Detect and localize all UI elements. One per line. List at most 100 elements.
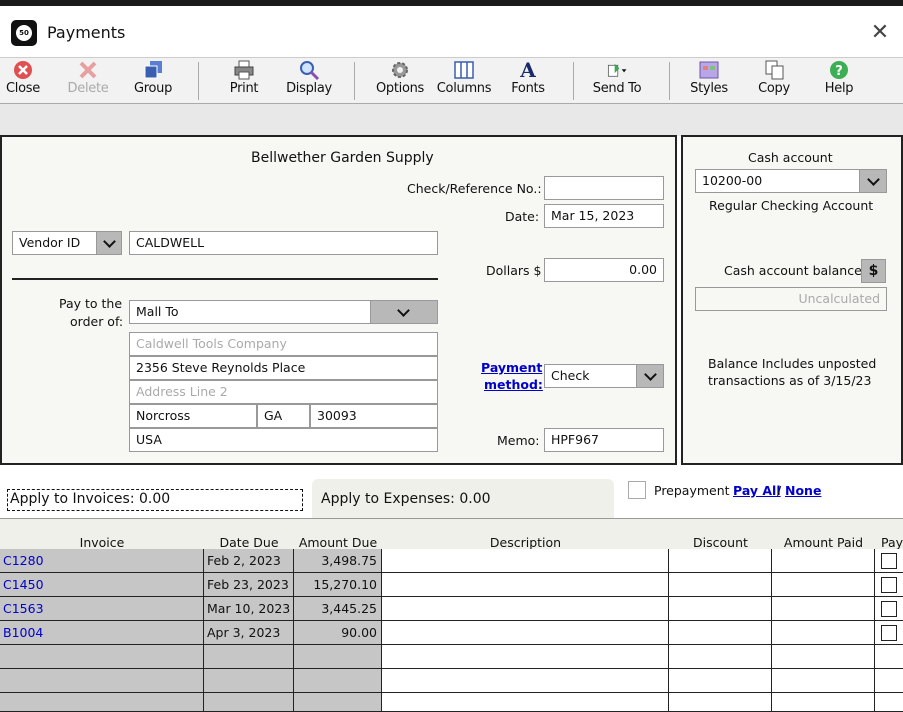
vendor-id-dropdown-button[interactable] (96, 231, 122, 255)
invoice-cell[interactable] (0, 669, 204, 693)
invoice-cell[interactable]: C1450 (0, 573, 204, 597)
table-row[interactable]: C1450 Feb 23, 2023 15,270.10 (0, 573, 903, 597)
description-cell[interactable] (382, 645, 669, 669)
amount-paid-cell[interactable] (772, 549, 875, 573)
cash-balance-label: Cash account balance (724, 263, 862, 278)
invoice-cell[interactable] (0, 645, 204, 669)
table-row-empty[interactable] (0, 693, 903, 712)
toolbar-spacer (0, 104, 903, 136)
payment-method-link[interactable]: Payment (481, 360, 542, 375)
copy-button[interactable]: Copy (752, 60, 796, 102)
amount-paid-cell[interactable] (772, 573, 875, 597)
tab-apply-to-invoices[interactable]: Apply to Invoices: 0.00 (7, 489, 303, 511)
discount-cell[interactable] (669, 549, 772, 573)
font-a-icon: A (520, 58, 536, 82)
amount-paid-cell[interactable] (772, 597, 875, 621)
help-label: Help (824, 81, 854, 96)
city-input[interactable]: Norcross (129, 404, 257, 428)
pay-cell (875, 573, 903, 597)
display-label: Display (286, 81, 332, 96)
invoice-cell[interactable] (0, 693, 204, 712)
table-row[interactable]: C1563 Mar 10, 2023 3,445.25 (0, 597, 903, 621)
pay-all-link[interactable]: Pay All (733, 483, 781, 498)
discount-cell[interactable] (669, 645, 772, 669)
zip-input[interactable]: 30093 (310, 404, 438, 428)
table-row[interactable]: C1280 Feb 2, 2023 3,498.75 (0, 549, 903, 573)
help-button[interactable]: ? Help (818, 60, 860, 102)
amount-paid-cell[interactable] (772, 645, 875, 669)
styles-icon (699, 61, 719, 79)
memo-input[interactable]: HPF967 (544, 428, 664, 452)
amount-due-cell: 15,270.10 (294, 573, 382, 597)
fonts-button[interactable]: A Fonts (506, 60, 550, 102)
state-input[interactable]: GA (257, 404, 310, 428)
prepayment-checkbox[interactable] (628, 481, 646, 499)
pay-cell (875, 549, 903, 573)
date-due-cell: Feb 2, 2023 (204, 549, 294, 573)
close-window-icon[interactable]: ✕ (868, 22, 892, 46)
columns-button[interactable]: Columns (434, 60, 494, 102)
styles-button[interactable]: Styles (686, 60, 732, 102)
toolbar: Close Delete Group Print Display Options… (0, 58, 903, 104)
dollars-input[interactable]: 0.00 (544, 258, 664, 282)
address-line2-input[interactable]: Address Line 2 (129, 380, 438, 404)
balance-note-line2: transactions as of 3/15/23 (708, 373, 872, 388)
payment-method-link-line2[interactable]: method: (484, 377, 543, 392)
send-to-label: Send To (592, 81, 642, 96)
description-cell[interactable] (382, 669, 669, 693)
amount-paid-cell[interactable] (772, 621, 875, 645)
pay-checkbox[interactable] (881, 553, 897, 569)
amount-due-cell: 3,498.75 (294, 549, 382, 573)
pay-to-label-line1: Pay to the (59, 296, 123, 311)
col-header-description: Description (489, 535, 562, 550)
description-cell[interactable] (382, 693, 669, 712)
none-link[interactable]: None (785, 483, 821, 498)
amount-paid-cell[interactable] (772, 693, 875, 712)
country-input[interactable]: USA (129, 428, 438, 452)
pay-cell (875, 621, 903, 645)
description-cell[interactable] (382, 573, 669, 597)
invoice-cell[interactable]: C1563 (0, 597, 204, 621)
amount-paid-cell[interactable] (772, 669, 875, 693)
print-button[interactable]: Print (222, 60, 266, 102)
amount-due-cell: 90.00 (294, 621, 382, 645)
columns-icon (454, 61, 474, 79)
discount-cell[interactable] (669, 597, 772, 621)
calculate-balance-button[interactable]: $ (861, 259, 886, 283)
vendor-id-input[interactable]: CALDWELL (129, 231, 438, 255)
pay-checkbox[interactable] (881, 577, 897, 593)
pay-checkbox[interactable] (881, 625, 897, 641)
close-button[interactable]: Close (2, 60, 44, 102)
address-line1-input[interactable]: 2356 Steve Reynolds Place (129, 356, 438, 380)
pay-to-label-line2: order of: (70, 314, 124, 329)
toolbar-divider (573, 62, 574, 100)
date-due-cell (204, 693, 294, 712)
cash-account-dropdown-button[interactable] (859, 169, 887, 193)
tab-apply-to-expenses[interactable]: Apply to Expenses: 0.00 (312, 479, 614, 519)
discount-cell[interactable] (669, 621, 772, 645)
payment-method-dropdown-button[interactable] (636, 364, 664, 388)
group-button[interactable]: Group (128, 60, 178, 102)
check-ref-input[interactable] (544, 176, 664, 200)
invoice-cell[interactable]: B1004 (0, 621, 204, 645)
send-to-button[interactable]: Send To (586, 60, 648, 102)
discount-cell[interactable] (669, 669, 772, 693)
description-cell[interactable] (382, 621, 669, 645)
table-row-empty[interactable] (0, 669, 903, 693)
invoice-cell[interactable]: C1280 (0, 549, 204, 573)
chevron-down-icon (397, 304, 410, 317)
description-cell[interactable] (382, 549, 669, 573)
discount-cell[interactable] (669, 693, 772, 712)
description-cell[interactable] (382, 597, 669, 621)
display-button[interactable]: Display (282, 60, 336, 102)
pay-to-dropdown-button[interactable] (370, 300, 438, 324)
delete-button[interactable]: Delete (64, 60, 112, 102)
table-row[interactable]: B1004 Apr 3, 2023 90.00 (0, 621, 903, 645)
options-button[interactable]: Options (372, 60, 428, 102)
payee-name-input[interactable]: Caldwell Tools Company (129, 332, 438, 356)
table-row-empty[interactable] (0, 645, 903, 669)
discount-cell[interactable] (669, 573, 772, 597)
amount-due-cell (294, 645, 382, 669)
pay-checkbox[interactable] (881, 601, 897, 617)
date-input[interactable]: Mar 15, 2023 (544, 204, 664, 228)
